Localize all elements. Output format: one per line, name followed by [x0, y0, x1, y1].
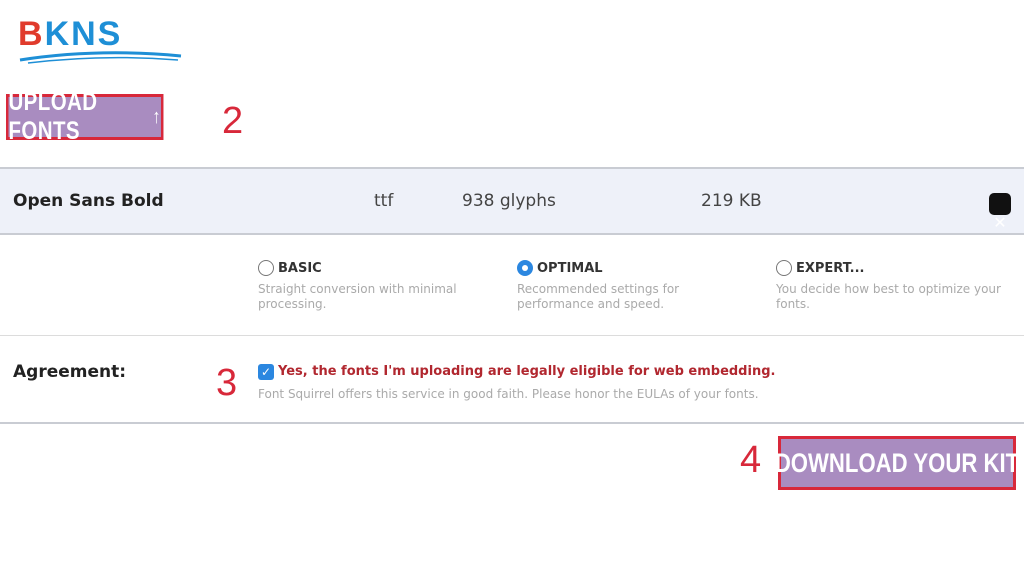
- logo-swoosh-icon: [19, 51, 182, 64]
- radio-basic[interactable]: [258, 260, 274, 276]
- mode-optimal[interactable]: OPTIMAL Recommended settings for perform…: [517, 260, 747, 312]
- font-name: Open Sans Bold: [13, 191, 164, 211]
- up-arrow-icon: ↑: [152, 105, 161, 128]
- mode-optimal-label: OPTIMAL: [537, 260, 603, 276]
- mode-basic[interactable]: BASIC Straight conversion with minimal p…: [258, 260, 488, 312]
- agreement-text: Yes, the fonts I'm uploading are legally…: [278, 364, 776, 379]
- download-kit-button[interactable]: DOWNLOAD YOUR KIT: [774, 436, 1020, 490]
- step-number-4: 4: [740, 439, 762, 481]
- close-icon: ✕: [993, 213, 1007, 232]
- download-kit-label: DOWNLOAD YOUR KIT: [774, 447, 1020, 478]
- radio-optimal[interactable]: [517, 260, 533, 276]
- logo-letters: KNS: [44, 15, 123, 53]
- mode-basic-desc: Straight conversion with minimal process…: [258, 282, 457, 311]
- agreement-row: Agreement: 3 ✓ Yes, the fonts I'm upload…: [0, 336, 1024, 424]
- mode-basic-label: BASIC: [278, 260, 322, 276]
- conversion-mode-options: BASIC Straight conversion with minimal p…: [0, 235, 1024, 336]
- font-type: ttf: [374, 191, 394, 211]
- mode-optimal-desc: Recommended settings for performance and…: [517, 282, 680, 311]
- mode-expert[interactable]: EXPERT... You decide how best to optimiz…: [776, 260, 1006, 312]
- checkmark-icon: ✓: [260, 365, 272, 379]
- remove-font-button[interactable]: ✕: [989, 193, 1011, 231]
- agreement-checkbox[interactable]: ✓: [258, 364, 274, 380]
- step-number-3: 3: [216, 362, 238, 404]
- radio-expert[interactable]: [776, 260, 792, 276]
- uploaded-font-row: Open Sans Bold ttf 938 glyphs 219 KB ✕: [0, 167, 1024, 235]
- font-size: 219 KB: [701, 191, 762, 211]
- upload-fonts-button[interactable]: UPLOAD FONTS ↑: [6, 88, 164, 145]
- font-glyph-count: 938 glyphs: [462, 191, 556, 211]
- mode-expert-label: EXPERT...: [796, 260, 865, 276]
- bkns-logo: B KNS: [18, 14, 183, 66]
- upload-fonts-label: UPLOAD FONTS: [8, 88, 98, 145]
- step-number-2: 2: [222, 100, 244, 142]
- agreement-label: Agreement:: [13, 362, 127, 382]
- logo-letter-b: B: [18, 15, 45, 53]
- agreement-note: Font Squirrel offers this service in goo…: [258, 387, 759, 401]
- mode-expert-desc: You decide how best to optimize your fon…: [776, 282, 1001, 311]
